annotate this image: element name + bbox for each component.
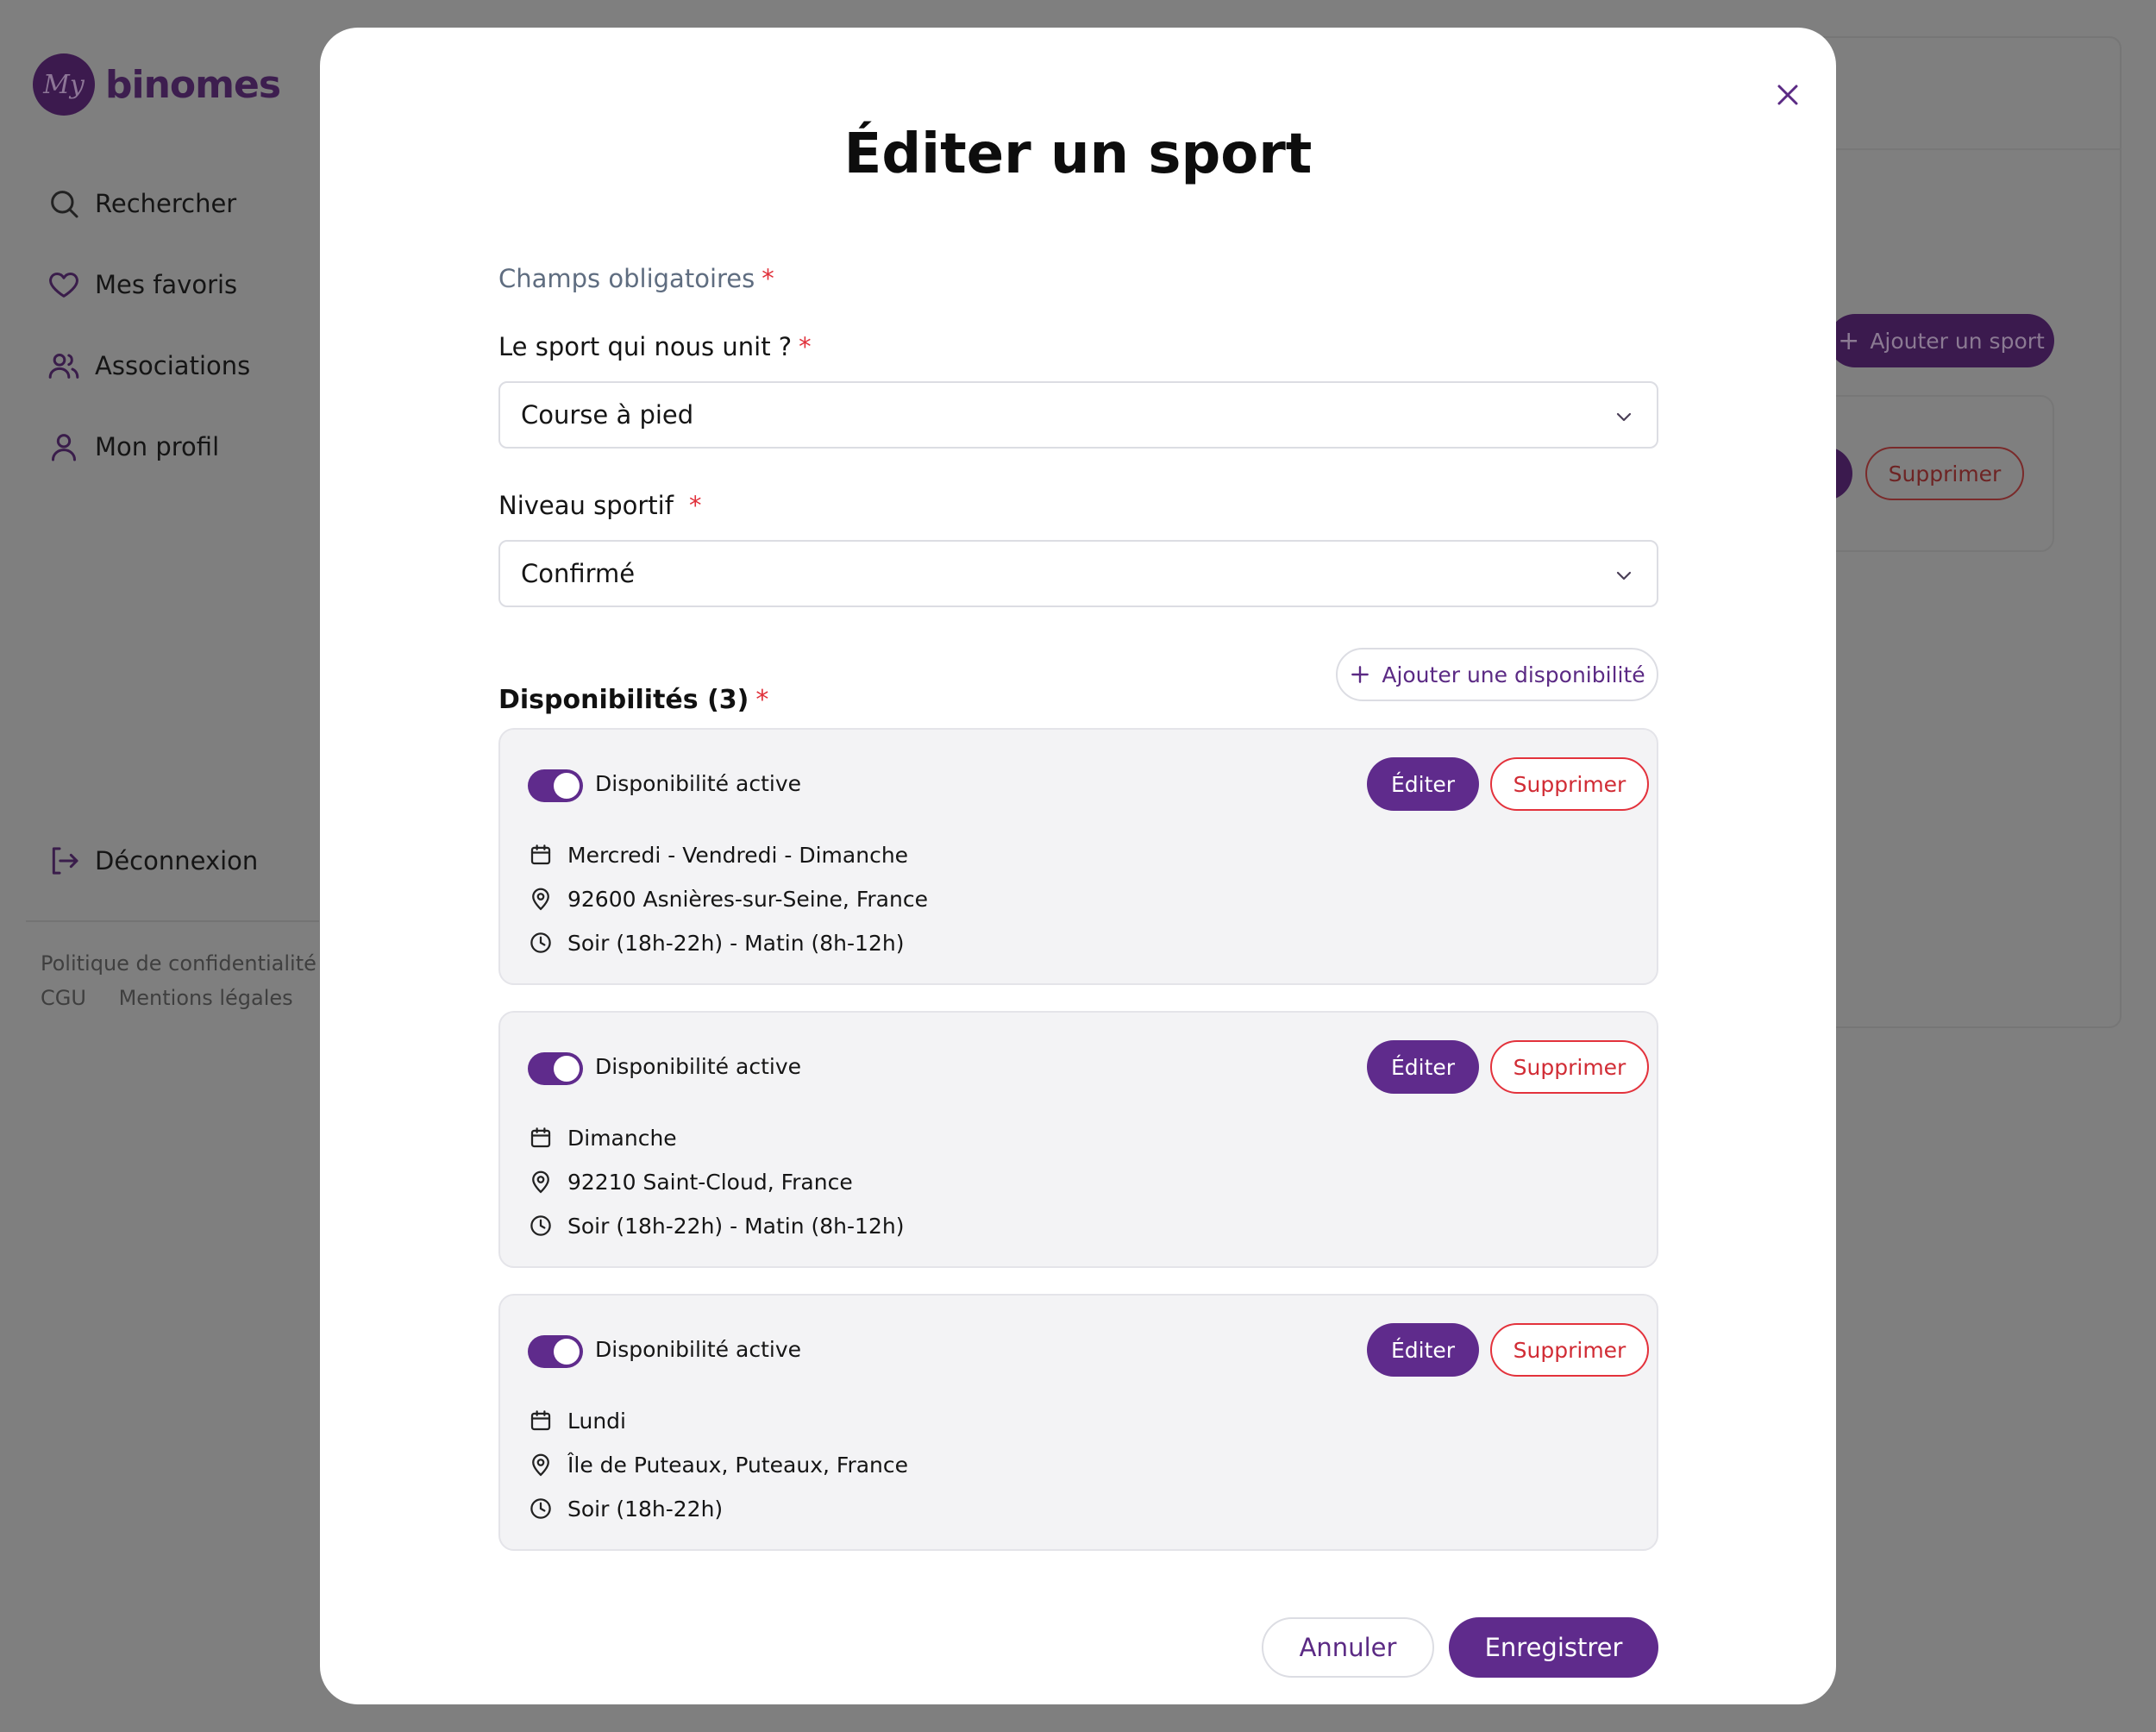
nav-item-label: Mon profil [95,432,220,461]
location-pin-icon [532,1453,549,1477]
background-delete-button[interactable]: Supprimer [1865,447,2024,500]
clock-icon [530,1215,551,1236]
location-pin-icon [532,888,549,911]
availability-status: Disponibilité active [595,771,802,796]
cancel-button[interactable]: Annuler [1262,1617,1434,1678]
logo-text: binomes [105,62,281,107]
edit-availability-button[interactable]: Éditer [1367,1040,1479,1094]
logo-badge: My [33,53,95,116]
close-icon [1777,85,1798,105]
chevron-down-icon [1616,412,1632,422]
availability-card: Disponibilité active Éditer Supprimer Me… [498,728,1658,985]
delete-availability-button[interactable]: Supprimer [1490,1323,1649,1377]
close-button[interactable] [1759,66,1816,123]
availability-toggle[interactable] [528,1052,583,1085]
availability-times-text: Soir (18h-22h) [567,1496,724,1522]
availability-days-text: Mercredi - Vendredi - Dimanche [567,842,909,868]
add-sport-button[interactable]: + Ajouter un sport [1828,314,2054,367]
logo[interactable]: My binomes [33,53,281,116]
edit-availability-button[interactable]: Éditer [1367,1323,1479,1377]
plus-icon: + [1838,325,1860,356]
add-sport-label: Ajouter un sport [1870,328,2045,354]
required-star: * [761,264,774,293]
availability-toggle[interactable] [528,1335,583,1368]
availability-location: Île de Puteaux, Puteaux, France [528,1452,908,1478]
heart-icon [49,273,78,298]
edit-sport-modal: Éditer un sport Champs obligatoires * Le … [320,28,1836,1704]
availability-times-text: Soir (18h-22h) - Matin (8h-12h) [567,930,905,956]
logout-icon [52,847,78,875]
availability-times-text: Soir (18h-22h) - Matin (8h-12h) [567,1213,905,1239]
required-star: * [755,685,769,715]
privacy-link[interactable]: Politique de confidentialité [41,946,319,981]
availability-days-text: Lundi [567,1408,626,1434]
calendar-icon [530,844,551,865]
sport-select[interactable]: Course à pied [498,381,1658,449]
availability-times: Soir (18h-22h) [528,1496,723,1522]
required-star: * [799,332,812,361]
required-star: * [688,491,702,520]
nav-item-favorites[interactable]: Mes favoris [47,267,237,302]
add-availability-label: Ajouter une disponibilité [1382,662,1645,687]
availability-location-text: 92210 Saint-Cloud, France [567,1169,853,1195]
availability-location-text: 92600 Asnières-sur-Seine, France [567,886,928,912]
level-field-label: Niveau sportif * [498,491,701,520]
availability-days: Dimanche [528,1125,677,1151]
sidebar: My binomes Rechercher Mes favoris Associ… [0,0,319,1035]
footer-links: Politique de confidentialité CGU Mention… [41,946,319,1015]
availabilities-title-text: Disponibilités (3) [498,685,749,715]
modal-title: Éditer un sport [843,122,1313,186]
search-icon [51,191,78,218]
level-select-value: Confirmé [521,559,636,588]
required-note-text: Champs obligatoires [498,264,755,293]
nav-item-label: Rechercher [95,189,237,218]
level-select[interactable]: Confirmé [498,540,1658,607]
availabilities-title: Disponibilités (3) * [498,685,768,715]
availability-status: Disponibilité active [595,1337,802,1362]
chevron-down-icon [1616,571,1632,580]
nav-item-search[interactable]: Rechercher [47,186,236,221]
legal-link[interactable]: Mentions légales [119,986,293,1010]
logout-label: Déconnexion [95,846,259,875]
cgu-link[interactable]: CGU [41,986,86,1010]
clock-icon [530,1498,551,1519]
nav-item-profile[interactable]: Mon profil [47,430,219,464]
availability-days: Mercredi - Vendredi - Dimanche [528,842,908,868]
availability-toggle[interactable] [528,769,583,802]
availability-location: 92210 Saint-Cloud, France [528,1169,853,1195]
availability-times: Soir (18h-22h) - Matin (8h-12h) [528,930,904,956]
plus-icon [1351,666,1369,683]
save-button[interactable]: Enregistrer [1449,1617,1658,1678]
sport-field-label: Le sport qui nous unit ? * [498,332,812,361]
sport-label-text: Le sport qui nous unit ? [498,332,793,361]
nav-item-associations[interactable]: Associations [47,348,250,383]
availability-days: Lundi [528,1408,626,1434]
clock-icon [530,932,551,953]
nav-item-label: Mes favoris [95,270,238,299]
availability-location: 92600 Asnières-sur-Seine, France [528,886,928,912]
nav-item-label: Associations [95,351,251,380]
delete-availability-button[interactable]: Supprimer [1490,1040,1649,1094]
calendar-icon [530,1127,551,1148]
location-pin-icon [532,1170,549,1194]
delete-availability-button[interactable]: Supprimer [1490,757,1649,811]
level-label-text: Niveau sportif [498,491,674,520]
user-icon [52,434,76,461]
sport-select-value: Course à pied [521,400,694,430]
required-note: Champs obligatoires * [498,264,774,293]
availability-card: Disponibilité active Éditer Supprimer Lu… [498,1294,1658,1551]
availability-status: Disponibilité active [595,1054,802,1079]
calendar-icon [530,1410,551,1431]
availability-location-text: Île de Puteaux, Puteaux, France [567,1452,909,1478]
availability-days-text: Dimanche [567,1125,677,1151]
users-icon [48,354,79,379]
sidebar-divider [26,920,319,922]
add-availability-button[interactable]: Ajouter une disponibilité [1336,648,1658,701]
logout-button[interactable]: Déconnexion [47,844,258,878]
availability-times: Soir (18h-22h) - Matin (8h-12h) [528,1213,904,1239]
edit-availability-button[interactable]: Éditer [1367,757,1479,811]
availability-card: Disponibilité active Éditer Supprimer Di… [498,1011,1658,1268]
